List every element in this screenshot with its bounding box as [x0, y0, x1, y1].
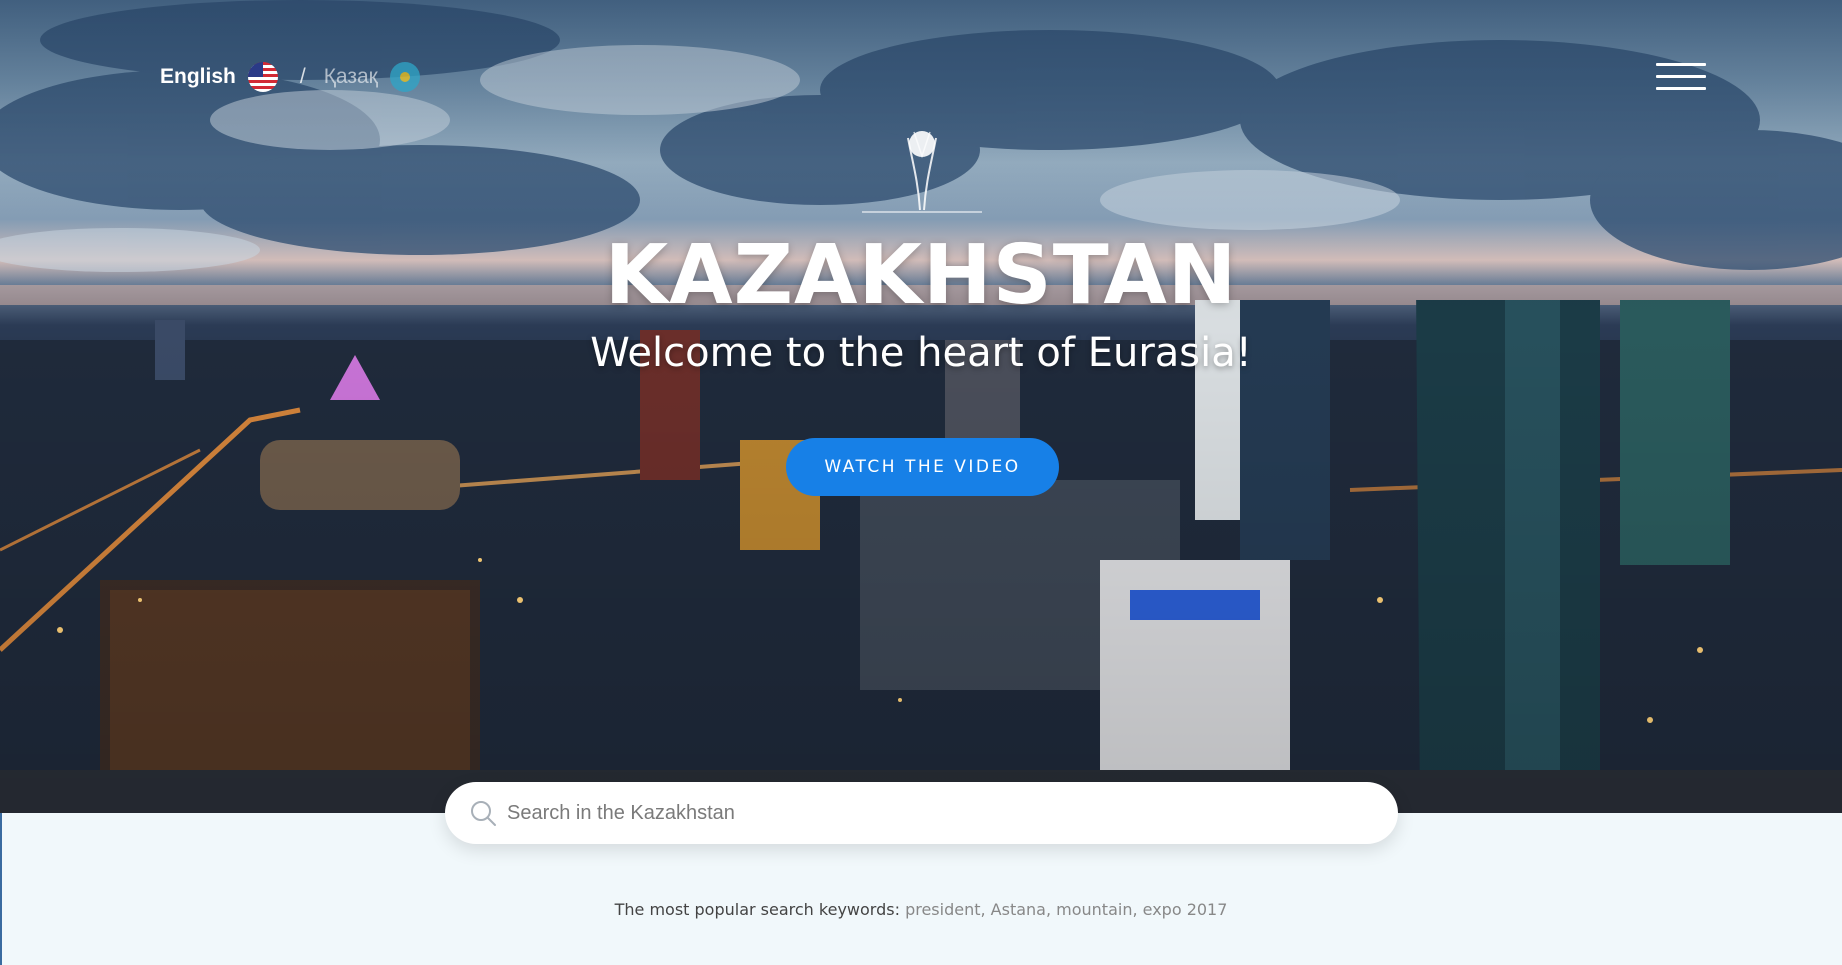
search-icon[interactable] [469, 799, 497, 827]
lang-kazakh[interactable]: Қазақ [324, 65, 378, 89]
hero-title: KAZAKHSTAN [604, 228, 1238, 323]
watch-video-button[interactable]: WATCH THE VIDEO [786, 438, 1059, 496]
hamburger-line [1656, 75, 1706, 78]
hero-subtitle: Welcome to the heart of Eurasia! [590, 330, 1252, 376]
lang-english[interactable]: English [160, 65, 236, 89]
hamburger-menu-button[interactable] [1656, 63, 1706, 93]
popular-label: The most popular search keywords: [614, 900, 900, 919]
hamburger-line [1656, 63, 1706, 66]
popular-keywords: The most popular search keywords: presid… [0, 900, 1842, 919]
hero-banner: English / Қазақ KAZAKHSTAN Welcome to th… [0, 0, 1842, 813]
popular-keywords-list[interactable]: president, Astana, mountain, expo 2017 [905, 900, 1227, 919]
kz-flag-icon[interactable] [389, 62, 420, 92]
lang-separator: / [299, 65, 306, 88]
hamburger-line [1656, 87, 1706, 90]
search-bar [445, 782, 1398, 844]
search-input[interactable] [507, 782, 1367, 844]
baiterek-tower-icon [862, 131, 982, 213]
us-flag-icon[interactable] [247, 62, 278, 92]
language-switcher: English / Қазақ [160, 62, 420, 92]
